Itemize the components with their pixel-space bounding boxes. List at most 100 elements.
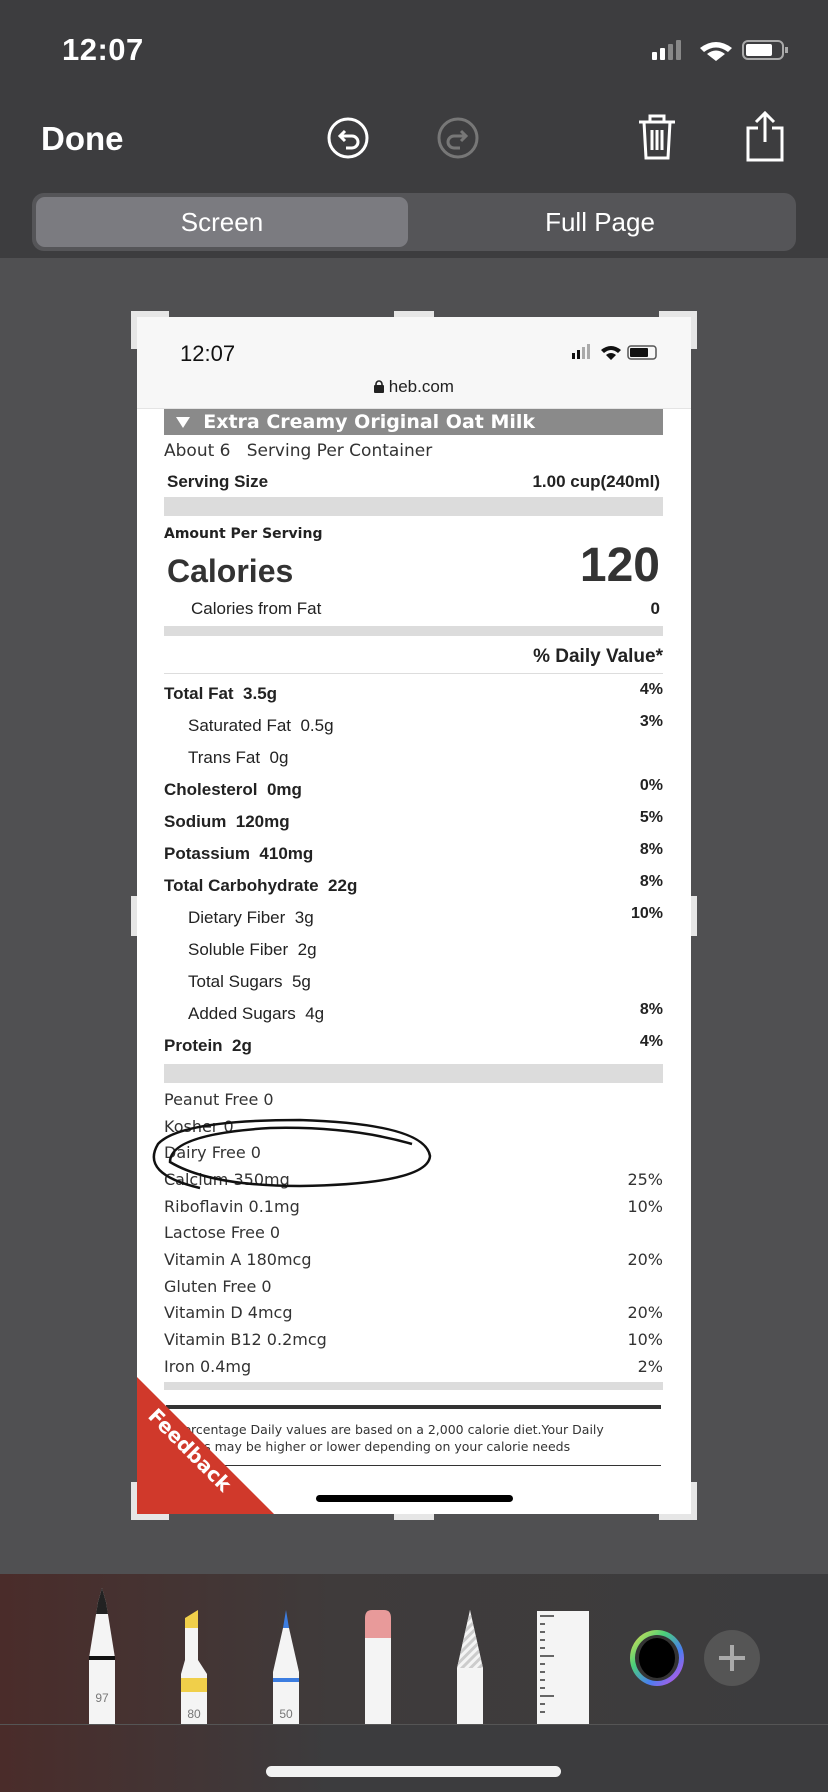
view-mode-segmented-control: Screen Full Page: [32, 193, 796, 251]
nutrient-label: Protein 2g: [164, 1036, 252, 1055]
nutrient-row: Peanut Free 0: [164, 1086, 663, 1113]
bottom-area: [0, 1724, 828, 1792]
nutrient-label: Soluble Fiber 2g: [188, 940, 317, 959]
nutrient-daily-value: 5%: [639, 809, 663, 826]
nutrient-row: Vitamin B12 0.2mcg 10%: [164, 1326, 663, 1353]
nutrient-label: Saturated Fat 0.5g: [188, 716, 334, 735]
marker-tool[interactable]: 80: [176, 1608, 212, 1724]
status-time: 12:07: [62, 32, 144, 67]
inner-status-icons: [572, 344, 657, 360]
serving-size-label: Serving Size: [167, 472, 269, 491]
nutrient-daily-value: 0%: [639, 777, 663, 794]
serving-size-value: 1.00 cup(240ml): [532, 472, 660, 491]
nutrient-daily-value: 4%: [639, 1033, 663, 1050]
nutrient-daily-value: 25%: [627, 1169, 663, 1189]
nutrient-row: Protein 2g 4%: [164, 1030, 663, 1062]
triangle-down-icon: [176, 417, 190, 428]
nutrient-daily-value: 8%: [639, 1001, 663, 1018]
divider: [164, 497, 663, 516]
nutrient-row: Iron 0.4mg 2%: [164, 1353, 663, 1380]
tab-screen[interactable]: Screen: [36, 197, 408, 247]
trash-icon[interactable]: [636, 112, 678, 162]
nutrient-label: Vitamin B12 0.2mcg: [164, 1330, 327, 1350]
nutrient-row: Lactose Free 0: [164, 1219, 663, 1246]
feedback-button[interactable]: Feedback: [137, 1377, 277, 1514]
nutrient-label: Trans Fat 0g: [188, 748, 289, 767]
daily-value-header: % Daily Value*: [164, 636, 663, 674]
screenshot-preview[interactable]: 12:07 heb.com Extra Creamy Original Oat …: [137, 317, 691, 1514]
calories-value: 120: [579, 538, 660, 592]
calories-label: Calories: [167, 552, 294, 589]
nutrient-label: Vitamin A 180mcg: [164, 1249, 312, 1269]
lock-icon: [374, 380, 385, 393]
product-title: Extra Creamy Original Oat Milk: [203, 411, 536, 433]
nutrient-label: Potassium 410mg: [164, 844, 314, 863]
inner-home-indicator: [316, 1495, 513, 1502]
home-indicator[interactable]: [266, 1766, 561, 1777]
marker-width: 80: [187, 1707, 201, 1721]
url-text: heb.com: [388, 377, 454, 396]
nutrient-row: Saturated Fat 0.5g 3%: [164, 710, 663, 742]
nutrient-label: Peanut Free 0: [164, 1089, 274, 1109]
nutrient-row: Total Fat 3.5g 4%: [164, 678, 663, 710]
nutrient-row: Gluten Free 0: [164, 1273, 663, 1300]
nutrition-label: Extra Creamy Original Oat Milk About 6 S…: [164, 409, 663, 1466]
nutrient-daily-value: 10%: [630, 905, 663, 922]
share-icon[interactable]: [744, 110, 786, 164]
product-title-bar[interactable]: Extra Creamy Original Oat Milk: [164, 409, 663, 435]
nutrient-label: Iron 0.4mg: [164, 1356, 252, 1376]
nutrient-label: Dietary Fiber 3g: [188, 908, 314, 927]
nutrient-label: Total Carbohydrate 22g: [164, 876, 358, 895]
undo-icon[interactable]: [326, 116, 370, 160]
inner-browser-bar: 12:07 heb.com: [137, 317, 691, 409]
nutrient-label: Total Sugars 5g: [188, 972, 311, 991]
done-button[interactable]: Done: [41, 120, 124, 158]
status-icons: [652, 40, 788, 61]
ink-annotation-circle[interactable]: [150, 1114, 435, 1194]
nutrient-label: Riboflavin 0.1mg: [164, 1196, 300, 1216]
ruler-tool[interactable]: [536, 1608, 590, 1724]
nutrient-daily-value: 4%: [639, 681, 663, 698]
nutrient-row: Added Sugars 4g 8%: [164, 998, 663, 1030]
nutrient-label: Sodium 120mg: [164, 812, 290, 831]
nutrient-row: Soluble Fiber 2g: [164, 934, 663, 966]
eraser-tool[interactable]: [360, 1608, 396, 1724]
nutrient-row: Trans Fat 0g: [164, 742, 663, 774]
nutrient-daily-value: 2%: [637, 1356, 663, 1376]
nutrient-row: Riboflavin 0.1mg 10%: [164, 1193, 663, 1220]
nutrient-label: Cholesterol 0mg: [164, 780, 302, 799]
nutrient-label: Gluten Free 0: [164, 1276, 272, 1296]
pen-tool[interactable]: 97: [84, 1588, 120, 1724]
nutrient-row: Potassium 410mg 8%: [164, 838, 663, 870]
nutrient-daily-value: 3%: [639, 713, 663, 730]
pencil-tool[interactable]: 50: [268, 1608, 304, 1724]
nutrient-row: Vitamin A 180mcg 20%: [164, 1246, 663, 1273]
nutrient-row: Cholesterol 0mg 0%: [164, 774, 663, 806]
nutrient-daily-value: 20%: [627, 1303, 663, 1323]
divider: [164, 1064, 663, 1083]
nutrient-daily-value: 10%: [627, 1196, 663, 1216]
nutrient-daily-value: 10%: [627, 1330, 663, 1350]
redo-icon[interactable]: [436, 116, 480, 160]
nutrient-daily-value: 20%: [627, 1249, 663, 1269]
nutrient-row: Total Carbohydrate 22g 8%: [164, 870, 663, 902]
divider: [164, 626, 663, 636]
nutrient-daily-value: 8%: [639, 873, 663, 890]
calories-from-fat-label: Calories from Fat: [191, 599, 322, 618]
nutrient-row: Total Sugars 5g: [164, 966, 663, 998]
color-picker-button[interactable]: [628, 1628, 686, 1688]
nutrient-row: Dietary Fiber 3g 10%: [164, 902, 663, 934]
drawing-toolbar: 97 80 50: [0, 1574, 828, 1724]
nutrient-label: Vitamin D 4mcg: [164, 1303, 293, 1323]
pencil-width: 50: [279, 1707, 293, 1721]
nutrient-daily-value: 8%: [639, 841, 663, 858]
inner-status-time: 12:07: [180, 341, 236, 366]
calories-from-fat-value: 0: [650, 599, 660, 618]
nutrient-label: Total Fat 3.5g: [164, 684, 278, 703]
tab-full-page[interactable]: Full Page: [408, 197, 792, 247]
servings-per-container: About 6 Serving Per Container: [164, 441, 433, 461]
lasso-tool[interactable]: [452, 1608, 488, 1724]
add-tool-button[interactable]: [704, 1630, 760, 1686]
nutrient-label: Lactose Free 0: [164, 1223, 281, 1243]
nutrient-label: Added Sugars 4g: [188, 1004, 325, 1023]
